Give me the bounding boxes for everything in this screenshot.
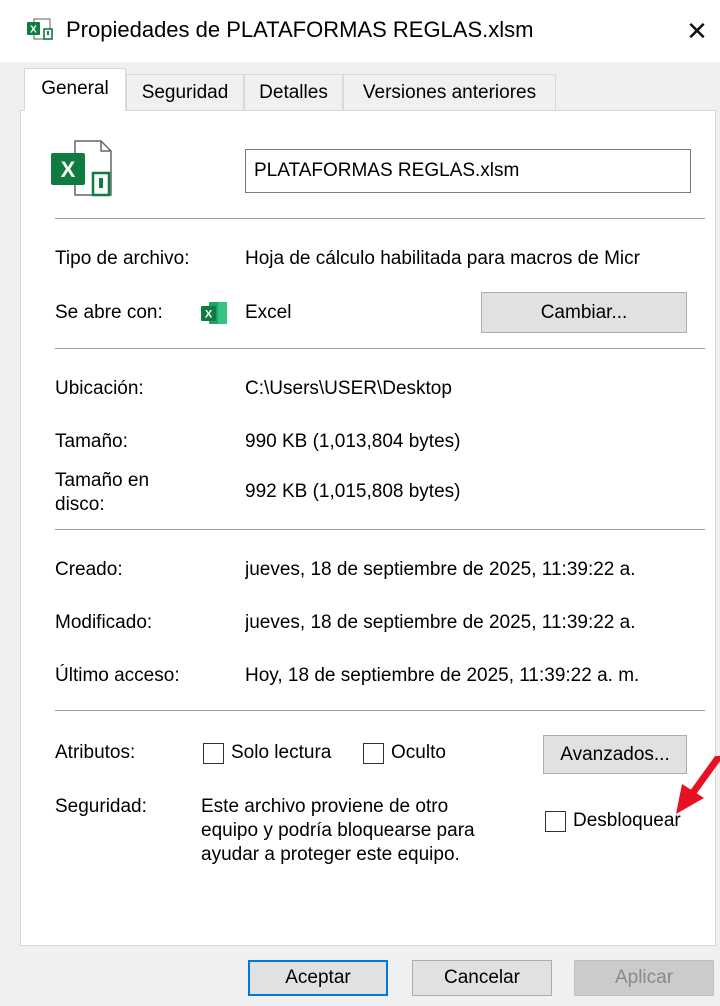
excel-file-icon: X [51,140,112,197]
apply-button[interactable]: Aplicar [574,960,714,996]
accessed-label: Último acceso: [55,665,180,686]
hidden-label[interactable]: Oculto [391,741,446,765]
created-label: Creado: [55,559,123,580]
security-label: Seguridad: [55,796,147,817]
svg-text:X: X [61,157,76,182]
tab-general[interactable]: General [24,68,126,111]
tab-previous-versions[interactable]: Versiones anteriores [343,74,556,110]
readonly-label[interactable]: Solo lectura [231,741,331,765]
location-label: Ubicación: [55,378,144,399]
excel-file-title-icon: X [27,18,53,40]
opens-with-label: Se abre con: [55,302,163,323]
divider [55,529,705,530]
divider [55,348,705,349]
size-value: 990 KB (1,013,804 bytes) [245,431,461,452]
accessed-value: Hoy, 18 de septiembre de 2025, 11:39:22 … [245,665,640,686]
readonly-checkbox[interactable] [203,743,224,764]
window-title: Propiedades de PLATAFORMAS REGLAS.xlsm [66,17,534,42]
title-bar: X Propiedades de PLATAFORMAS REGLAS.xlsm… [0,0,720,62]
properties-dialog: X Propiedades de PLATAFORMAS REGLAS.xlsm… [0,0,720,1006]
general-tab-panel: X Tipo de archivo: Hoja de cálculo habil… [20,110,716,946]
tab-details[interactable]: Detalles [244,74,343,110]
unblock-checkbox[interactable] [545,811,566,832]
modified-value: jueves, 18 de septiembre de 2025, 11:39:… [245,612,636,633]
modified-label: Modificado: [55,612,153,633]
size-on-disk-label-line2: disco: [55,494,105,515]
security-text-line1: Este archivo proviene de otro [201,796,449,817]
unblock-label[interactable]: Desbloquear [573,809,681,833]
divider [55,710,705,711]
red-arrow-annotation [676,756,720,814]
svg-text:X: X [30,25,37,36]
file-type-label: Tipo de archivo: [55,248,190,269]
size-label: Tamaño: [55,431,128,452]
opens-with-value: Excel [245,302,292,323]
security-text-line2: equipo y podría bloquearse para [201,820,475,841]
close-icon[interactable]: ✕ [674,0,720,62]
size-on-disk-label-line1: Tamaño en [55,470,150,491]
size-on-disk-value: 992 KB (1,015,808 bytes) [245,481,461,502]
hidden-checkbox[interactable] [363,743,384,764]
security-text-line3: ayudar a proteger este equipo. [201,844,460,865]
change-button[interactable]: Cambiar... [481,292,687,333]
attributes-label: Atributos: [55,742,136,763]
ok-button[interactable]: Aceptar [248,960,388,996]
tab-security[interactable]: Seguridad [126,74,244,110]
created-value: jueves, 18 de septiembre de 2025, 11:39:… [245,559,636,580]
file-name-field[interactable] [245,149,691,193]
location-value: C:\Users\USER\Desktop [245,378,452,399]
svg-text:X: X [205,309,213,321]
file-type-value: Hoja de cálculo habilitada para macros d… [245,248,640,269]
divider [55,218,705,219]
excel-app-icon: X [201,302,227,324]
advanced-button[interactable]: Avanzados... [543,735,687,774]
cancel-button[interactable]: Cancelar [412,960,552,996]
